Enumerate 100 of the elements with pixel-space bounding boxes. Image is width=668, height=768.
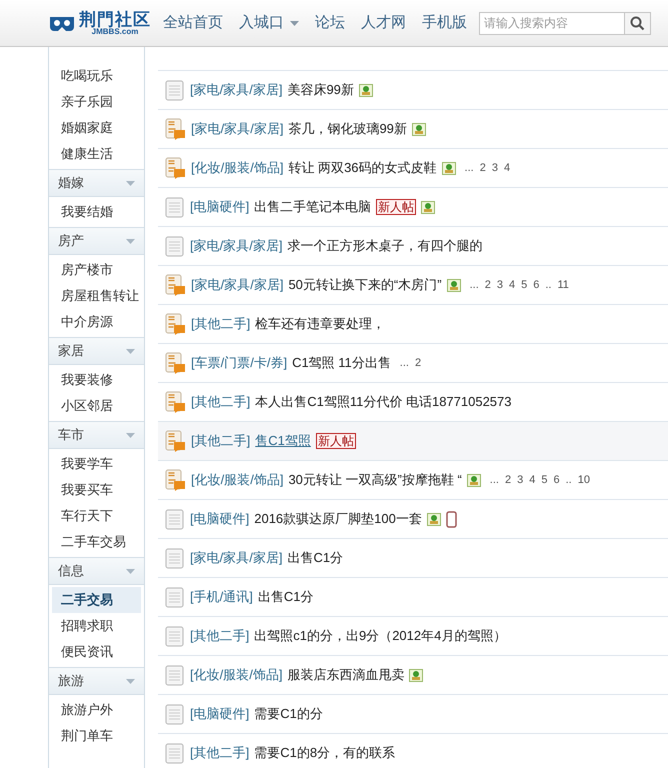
page-link[interactable]: 4 — [509, 276, 516, 294]
thread-row[interactable]: [家电/家具/家居] 50元转让换下来的“木房门” ... 2 3 4 5 6 .. 11 — [158, 265, 668, 304]
category-link[interactable]: [家电/家具/家居] — [190, 548, 282, 568]
thread-row[interactable]: [电脑硬件] 需要C1的分 — [158, 694, 668, 733]
search-button[interactable] — [625, 12, 651, 34]
category-link[interactable]: [化妆/服装/饰品] — [191, 158, 284, 178]
thread-row[interactable]: [家电/家具/家居] 美容床99新 — [158, 70, 668, 109]
sidebar-item[interactable]: 小区邻居 — [52, 393, 141, 419]
page-link[interactable]: 4 — [529, 472, 536, 488]
thread-row[interactable]: [家电/家具/家居] 求一个正方形木桌子，有四个腿的 — [158, 226, 668, 265]
thread-title[interactable]: 转让 两双36码的女式皮鞋 — [288, 158, 437, 178]
nav-link[interactable]: 人才网 — [361, 12, 406, 34]
sidebar-item[interactable]: 二手交易 — [52, 587, 141, 613]
thread-row[interactable]: [家电/家具/家居] 茶几，钢化玻璃99新 — [158, 109, 668, 148]
thread-row[interactable]: [车票/门票/卡/券] C1驾照 11分出售 ... 2 — [158, 343, 668, 382]
nav-link[interactable]: 全站首页 — [163, 12, 223, 34]
search-field[interactable]: 请输入搜索内容 — [479, 12, 625, 34]
category-link[interactable]: [其他二手] — [191, 431, 250, 451]
category-link[interactable]: [其他二手] — [191, 392, 250, 412]
category-link[interactable]: [电脑硬件] — [190, 197, 250, 217]
sidebar-item[interactable]: 我要装修 — [52, 367, 141, 393]
sidebar-group-header[interactable]: 信息 — [49, 557, 144, 585]
sidebar-item[interactable]: 房产楼市 — [52, 257, 141, 283]
page-link[interactable]: .. — [545, 276, 552, 294]
page-link[interactable]: ... — [490, 472, 499, 488]
sidebar-item[interactable]: 我要买车 — [52, 477, 141, 503]
page-link[interactable]: 6 — [553, 472, 560, 488]
thread-title[interactable]: 2016款骐达原厂脚垫100一套 — [254, 509, 422, 529]
thread-title[interactable]: C1驾照 11分出售 — [292, 353, 391, 373]
nav-link[interactable]: 入城口 — [239, 12, 299, 34]
sidebar-item[interactable]: 车行天下 — [52, 503, 141, 529]
category-link[interactable]: [电脑硬件] — [190, 509, 250, 529]
thread-title[interactable]: 出售C1分 — [258, 587, 314, 607]
page-link[interactable]: 5 — [541, 472, 548, 488]
sidebar-group-header[interactable]: 婚嫁 — [49, 169, 144, 197]
page-link[interactable]: 6 — [533, 276, 540, 294]
page-link[interactable]: ... — [400, 354, 409, 372]
category-link[interactable]: [其他二手] — [191, 314, 250, 334]
page-link[interactable]: 2 — [414, 354, 422, 372]
page-link[interactable]: .. — [566, 472, 572, 488]
thread-title[interactable]: 需要C1的分 — [254, 704, 323, 724]
nav-link[interactable]: 论坛 — [315, 12, 345, 34]
page-link[interactable]: ... — [470, 276, 479, 294]
thread-title[interactable]: 50元转让换下来的“木房门” — [288, 275, 442, 295]
category-link[interactable]: [家电/家具/家居] — [191, 275, 284, 295]
thread-row[interactable]: [其他二手] 售C1驾照 新人帖 — [158, 421, 668, 460]
thread-title[interactable]: 美容床99新 — [287, 80, 354, 100]
sidebar-item[interactable]: 房屋租售转让 — [52, 283, 141, 309]
category-link[interactable]: [家电/家具/家居] — [190, 80, 282, 100]
sidebar-item[interactable]: 荆门单车 — [52, 723, 141, 749]
category-link[interactable]: [化妆/服装/饰品] — [190, 665, 282, 685]
thread-row[interactable]: [电脑硬件] 出售二手笔记本电脑 新人帖 — [158, 187, 668, 226]
thread-row[interactable]: [化妆/服装/饰品] 30元转让 一双高级”按摩拖鞋 “ ... 2 3 4 5 6 .. 10 — [158, 460, 668, 499]
sidebar-group-header[interactable]: 旅游 — [49, 667, 144, 695]
category-link[interactable]: [其他二手] — [190, 626, 250, 646]
thread-title[interactable]: 出驾照c1的分，出9分（2012年4月的驾照） — [254, 626, 506, 646]
thread-title[interactable]: 出售C1分 — [287, 548, 344, 568]
thread-row[interactable]: [家电/家具/家居] 出售C1分 — [158, 538, 668, 577]
thread-title[interactable]: 出售二手笔记本电脑 — [254, 197, 372, 217]
sidebar-item[interactable]: 亲子乐园 — [52, 89, 141, 115]
thread-title[interactable]: 30元转让 一双高级”按摩拖鞋 “ — [288, 470, 462, 490]
thread-title[interactable]: 本人出售C1驾照11分代价 电话18771052573 — [255, 392, 512, 412]
sidebar-item[interactable]: 婚姻家庭 — [52, 115, 141, 141]
thread-row[interactable]: [电脑硬件] 2016款骐达原厂脚垫100一套 — [158, 499, 668, 538]
thread-row[interactable]: [化妆/服装/饰品] 服装店东西滴血甩卖 — [158, 655, 668, 694]
sidebar-item[interactable]: 便民资讯 — [52, 639, 141, 665]
sidebar-group-header[interactable]: 车市 — [49, 421, 144, 449]
category-link[interactable]: [电脑硬件] — [190, 704, 250, 724]
sidebar-group-header[interactable]: 房产 — [49, 227, 144, 255]
thread-title[interactable]: 茶几，钢化玻璃99新 — [288, 119, 407, 139]
sidebar-item[interactable]: 我要学车 — [52, 451, 141, 477]
sidebar-item[interactable]: 健康生活 — [52, 141, 141, 167]
thread-row[interactable]: [手机/通讯] 出售C1分 — [158, 577, 668, 616]
thread-title[interactable]: 服装店东西滴血甩卖 — [287, 665, 404, 685]
category-link[interactable]: [家电/家具/家居] — [191, 119, 284, 139]
page-link[interactable]: 11 — [558, 276, 569, 294]
thread-title[interactable]: 售C1驾照 — [255, 431, 311, 451]
page-link[interactable]: 2 — [480, 160, 486, 176]
sidebar-item[interactable]: 招聘求职 — [52, 613, 141, 639]
thread-title[interactable]: 检车还有违章要处理， — [255, 314, 386, 334]
thread-row[interactable]: [化妆/服装/饰品] 转让 两双36码的女式皮鞋 ... 2 3 4 — [158, 148, 668, 187]
thread-row[interactable]: [其他二手] 需要C1的8分，有的联系 — [158, 733, 668, 768]
category-link[interactable]: [家电/家具/家居] — [190, 236, 282, 256]
category-link[interactable]: [化妆/服装/饰品] — [191, 470, 284, 490]
thread-row[interactable]: [其他二手] 出驾照c1的分，出9分（2012年4月的驾照） — [158, 616, 668, 655]
category-link[interactable]: [车票/门票/卡/券] — [191, 353, 288, 373]
page-link[interactable]: 3 — [496, 276, 503, 294]
thread-title[interactable]: 需要C1的8分，有的联系 — [254, 743, 396, 763]
sidebar-group-header[interactable]: 家居 — [49, 337, 144, 365]
sidebar-item[interactable]: 二手车交易 — [52, 529, 141, 555]
page-link[interactable]: 3 — [492, 160, 498, 176]
thread-title[interactable]: 求一个正方形木桌子，有四个腿的 — [287, 236, 482, 256]
page-link[interactable]: ... — [464, 160, 474, 176]
thread-row[interactable]: [其他二手] 检车还有违章要处理， — [158, 304, 668, 343]
category-link[interactable]: [其他二手] — [190, 743, 250, 763]
page-link[interactable]: 2 — [504, 472, 512, 488]
nav-link[interactable]: 手机版 — [422, 12, 467, 34]
page-link[interactable]: 4 — [504, 160, 510, 176]
sidebar-item[interactable]: 我要结婚 — [52, 199, 141, 225]
page-link[interactable]: 5 — [521, 276, 528, 294]
